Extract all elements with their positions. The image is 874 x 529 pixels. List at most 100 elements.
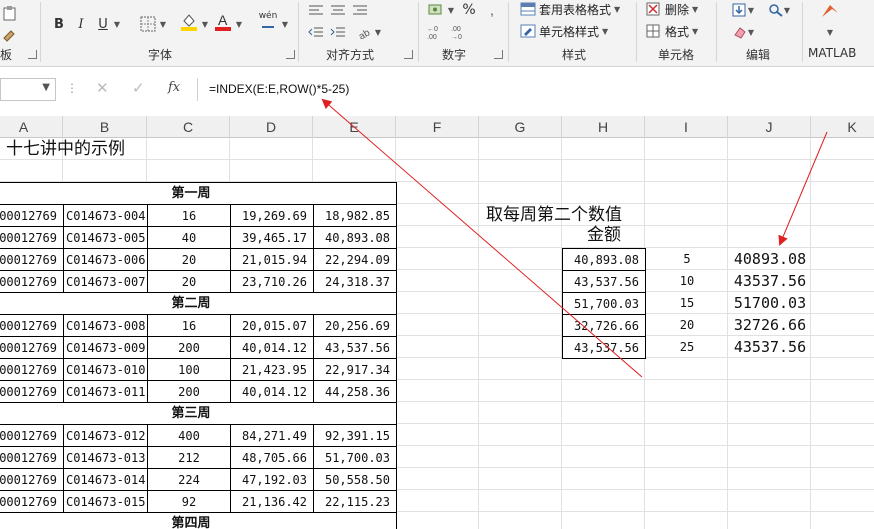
decrease-indent-icon[interactable] [306, 22, 326, 42]
underline-dropdown[interactable]: ▼ [112, 14, 122, 34]
quantity-cell[interactable]: 212 [147, 446, 231, 469]
format-as-table-button[interactable]: 套用表格格式 ▼ [520, 0, 620, 18]
formula-result-cell[interactable]: 43537.56 [728, 336, 812, 359]
formula-input[interactable]: =INDEX(E:E,ROW()*5-25) [197, 78, 874, 101]
quantity-cell[interactable]: 16 [147, 314, 231, 337]
quantity-cell[interactable]: 92 [147, 490, 231, 513]
format-painter-icon[interactable] [0, 24, 20, 44]
enter-check-icon[interactable]: ✓ [132, 79, 145, 97]
lookup-amount-cell[interactable]: 43,537.56 [562, 270, 646, 293]
amount-cell[interactable]: 43,537.56 [313, 336, 397, 359]
amount-cell[interactable]: 22,115.23 [313, 490, 397, 513]
order-no-cell[interactable]: C014673-014 [63, 468, 148, 491]
format-cells-button[interactable]: 格式 ▼ [646, 22, 698, 40]
quantity-cell[interactable]: 400 [147, 424, 231, 447]
cost-cell[interactable]: 19,269.69 [230, 204, 314, 227]
find-select-icon[interactable]: ▼ [764, 0, 794, 20]
order-no-cell[interactable]: C014673-007 [63, 270, 148, 293]
border-icon[interactable] [138, 14, 158, 34]
quantity-cell[interactable]: 20 [147, 248, 231, 271]
percent-button[interactable]: % [460, 0, 478, 20]
matlab-dropdown[interactable]: ▼ [824, 22, 836, 42]
customer-id-cell[interactable]: 00012769 [0, 314, 64, 337]
order-no-cell[interactable]: C014673-010 [63, 358, 148, 381]
cost-cell[interactable]: 48,705.66 [230, 446, 314, 469]
amount-cell[interactable]: 24,318.37 [313, 270, 397, 293]
fill-down-icon[interactable]: ▼ [728, 0, 758, 20]
order-no-cell[interactable]: C014673-009 [63, 336, 148, 359]
chevron-down-icon[interactable]: ▼ [42, 82, 50, 93]
font-launcher[interactable] [286, 50, 295, 59]
matlab-icon[interactable] [818, 0, 842, 20]
accounting-dropdown[interactable]: ▼ [446, 0, 456, 20]
formula-result-cell[interactable]: 32726.66 [728, 314, 812, 337]
cost-cell[interactable]: 21,015.94 [230, 248, 314, 271]
underline-button[interactable]: U [96, 14, 110, 34]
insert-function-icon[interactable]: fx [168, 80, 180, 95]
quantity-cell[interactable]: 200 [147, 336, 231, 359]
customer-id-cell[interactable]: 00012769 [0, 490, 64, 513]
font-color-icon[interactable]: A [214, 12, 232, 32]
cost-cell[interactable]: 40,014.12 [230, 380, 314, 403]
column-header-c[interactable]: C [147, 116, 230, 138]
cost-cell[interactable]: 21,423.95 [230, 358, 314, 381]
align-right-icon[interactable] [350, 0, 370, 20]
amount-cell[interactable]: 18,982.85 [313, 204, 397, 227]
phonetic-dropdown[interactable]: ▼ [280, 14, 290, 34]
column-header-e[interactable]: E [313, 116, 396, 138]
amount-cell[interactable]: 20,256.69 [313, 314, 397, 337]
week-header[interactable]: 第三周 [0, 402, 397, 425]
column-header-j[interactable]: J [728, 116, 811, 138]
amount-cell[interactable]: 50,558.50 [313, 468, 397, 491]
comma-style-icon[interactable]: , [484, 0, 502, 20]
delete-cells-button[interactable]: 删除 ▼ [646, 0, 698, 18]
customer-id-cell[interactable]: 00012769 [0, 204, 64, 227]
index-cell[interactable]: 15 [645, 292, 729, 315]
increase-indent-icon[interactable] [328, 22, 348, 42]
decrease-decimal-icon[interactable]: .00 →0 [450, 22, 472, 42]
font-color-dropdown[interactable]: ▼ [234, 14, 244, 34]
customer-id-cell[interactable]: 00012769 [0, 380, 64, 403]
amount-cell[interactable]: 51,700.03 [313, 446, 397, 469]
week-header[interactable]: 第一周 [0, 182, 397, 205]
order-no-cell[interactable]: C014673-008 [63, 314, 148, 337]
orientation-icon[interactable]: ab ▼ [356, 22, 382, 42]
formula-result-cell[interactable]: 40893.08 [728, 248, 812, 271]
index-cell[interactable]: 5 [645, 248, 729, 271]
column-header-i[interactable]: I [645, 116, 728, 138]
order-no-cell[interactable]: C014673-004 [63, 204, 148, 227]
amount-cell[interactable]: 40,893.08 [313, 226, 397, 249]
border-dropdown[interactable]: ▼ [158, 14, 168, 34]
index-cell[interactable]: 10 [645, 270, 729, 293]
clear-icon[interactable]: ▼ [728, 22, 758, 42]
order-no-cell[interactable]: C014673-005 [63, 226, 148, 249]
formula-result-cell[interactable]: 43537.56 [728, 270, 812, 293]
quantity-cell[interactable]: 20 [147, 270, 231, 293]
column-header-f[interactable]: F [396, 116, 479, 138]
cost-cell[interactable]: 40,014.12 [230, 336, 314, 359]
column-header-a[interactable]: A [0, 116, 63, 138]
customer-id-cell[interactable]: 00012769 [0, 270, 64, 293]
column-header-k[interactable]: K [811, 116, 874, 138]
amount-cell[interactable]: 92,391.15 [313, 424, 397, 447]
customer-id-cell[interactable]: 00012769 [0, 226, 64, 249]
week-header[interactable]: 第二周 [0, 292, 397, 315]
quantity-cell[interactable]: 200 [147, 380, 231, 403]
cost-cell[interactable]: 21,136.42 [230, 490, 314, 513]
number-launcher[interactable] [494, 50, 503, 59]
clipboard-launcher[interactable] [28, 50, 37, 59]
amount-cell[interactable]: 22,294.09 [313, 248, 397, 271]
column-header-g[interactable]: G [479, 116, 562, 138]
align-center-icon[interactable] [328, 0, 348, 20]
name-box[interactable]: ▼ [0, 78, 56, 101]
formula-result-cell[interactable]: 51700.03 [728, 292, 812, 315]
index-cell[interactable]: 25 [645, 336, 729, 359]
week-header[interactable]: 第四周 [0, 512, 397, 529]
lookup-amount-cell[interactable]: 40,893.08 [562, 248, 646, 271]
amount-cell[interactable]: 44,258.36 [313, 380, 397, 403]
italic-button[interactable]: I [74, 14, 88, 34]
accounting-format-icon[interactable] [426, 0, 448, 20]
fill-color-icon[interactable] [178, 12, 200, 32]
cost-cell[interactable]: 20,015.07 [230, 314, 314, 337]
increase-decimal-icon[interactable]: ←0.00 [426, 22, 448, 42]
